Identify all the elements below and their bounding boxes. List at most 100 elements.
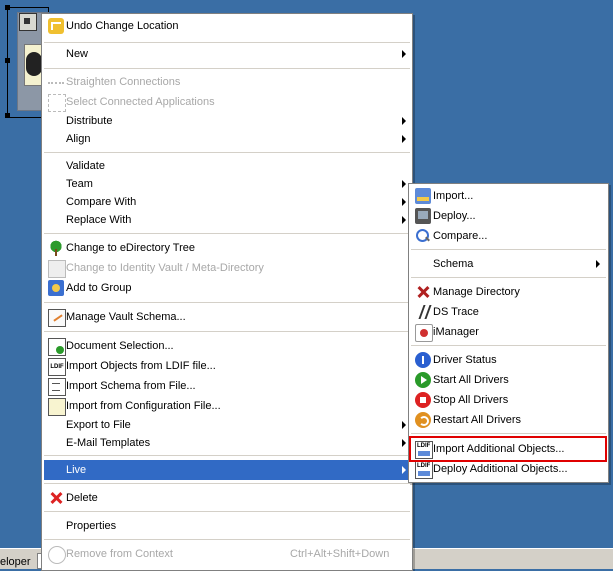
remove-icon <box>48 546 66 564</box>
menu-item-change-to-edirectory-tree[interactable]: Change to eDirectory Tree <box>44 238 410 258</box>
menu-item-label: Deploy Additional Objects... <box>433 463 568 475</box>
submenu-arrow-icon <box>402 50 406 58</box>
submenu-item-stop-all-drivers[interactable]: Stop All Drivers <box>411 390 606 410</box>
menu-item-team[interactable]: Team <box>44 174 410 194</box>
menu-item-label: Change to Identity Vault / Meta-Director… <box>66 262 264 274</box>
menu-item-label: Compare... <box>433 230 488 242</box>
menu-item-delete[interactable]: Delete <box>44 488 410 508</box>
tree-icon <box>48 240 64 256</box>
menu-item-new[interactable]: New <box>44 44 410 64</box>
menu-item-change-to-identity-vault[interactable]: Change to Identity Vault / Meta-Director… <box>44 258 410 278</box>
submenu-item-driver-status[interactable]: Driver Status <box>411 350 606 370</box>
menu-item-label: Start All Drivers <box>433 374 509 386</box>
submenu-item-imanager[interactable]: iManager <box>411 322 606 342</box>
menu-item-label: Align <box>66 133 91 145</box>
menu-item-label: Export to File <box>66 419 131 431</box>
menu-item-straighten-connections[interactable]: Straighten Connections <box>44 72 410 92</box>
resize-handle-bl[interactable] <box>5 113 10 118</box>
stop-icon <box>415 392 431 408</box>
resize-handle-tl[interactable] <box>5 5 10 10</box>
menu-item-label: Document Selection... <box>66 340 174 352</box>
menu-item-label: Live <box>66 464 87 476</box>
menu-item-email-templates[interactable]: E-Mail Templates <box>44 433 410 453</box>
straighten-icon <box>48 82 64 86</box>
menu-item-manage-vault-schema[interactable]: Manage Vault Schema... <box>44 307 410 327</box>
import-icon <box>415 188 431 204</box>
menu-item-remove-from-context[interactable]: Remove from Context Ctrl+Alt+Shift+Down <box>44 544 410 564</box>
menu-item-export-to-file[interactable]: Export to File <box>44 415 410 435</box>
menu-item-label: Change to eDirectory Tree <box>66 242 196 254</box>
submenu-arrow-icon <box>402 216 406 224</box>
menu-item-compare-with[interactable]: Compare With <box>44 192 410 212</box>
menu-separator <box>411 277 606 278</box>
group-icon <box>48 280 64 296</box>
submenu-item-import[interactable]: Import... <box>411 186 606 206</box>
menu-separator <box>44 42 410 43</box>
submenu-arrow-icon <box>402 135 406 143</box>
menu-item-label: Import... <box>433 190 474 202</box>
submenu-arrow-icon <box>402 439 406 447</box>
node-header-icon <box>19 13 37 31</box>
restart-icon <box>415 412 431 428</box>
submenu-item-compare[interactable]: Compare... <box>411 226 606 246</box>
menu-separator <box>44 152 410 153</box>
menu-item-import-from-configuration-file[interactable]: Import from Configuration File... <box>44 396 410 416</box>
config-file-icon <box>48 398 66 416</box>
menu-item-label: Import from Configuration File... <box>66 400 221 412</box>
menu-item-replace-with[interactable]: Replace With <box>44 210 410 230</box>
submenu-arrow-icon <box>402 180 406 188</box>
menu-separator <box>44 483 410 484</box>
driver-status-icon <box>415 352 431 368</box>
submenu-item-manage-directory[interactable]: Manage Directory <box>411 282 606 302</box>
submenu-item-schema[interactable]: Schema <box>411 254 606 274</box>
highlight-annotation-box <box>409 436 607 462</box>
submenu-arrow-icon <box>402 421 406 429</box>
menu-separator <box>411 433 606 434</box>
menu-item-label: Driver Status <box>433 354 497 366</box>
context-menu: Undo Change Location New Straighten Conn… <box>41 13 413 571</box>
submenu-arrow-icon <box>596 260 600 268</box>
deploy-additional-icon <box>415 461 433 479</box>
menu-item-select-connected-applications[interactable]: Select Connected Applications <box>44 92 410 112</box>
vault-icon <box>48 260 66 278</box>
compare-icon <box>415 228 431 244</box>
menu-separator <box>44 68 410 69</box>
menu-item-align[interactable]: Align <box>44 129 410 149</box>
menu-item-document-selection[interactable]: Document Selection... <box>44 336 410 356</box>
submenu-item-restart-all-drivers[interactable]: Restart All Drivers <box>411 410 606 430</box>
menu-item-distribute[interactable]: Distribute <box>44 111 410 131</box>
menu-item-label: E-Mail Templates <box>66 437 151 449</box>
resize-handle-ml[interactable] <box>5 58 10 63</box>
submenu-item-deploy-additional-objects[interactable]: Deploy Additional Objects... <box>411 459 606 479</box>
menu-item-add-to-group[interactable]: Add to Group <box>44 278 410 298</box>
submenu-arrow-icon <box>402 466 406 474</box>
submenu-item-ds-trace[interactable]: DS Trace <box>411 302 606 322</box>
select-icon <box>48 94 66 112</box>
submenu-item-deploy[interactable]: Deploy... <box>411 206 606 226</box>
submenu-item-start-all-drivers[interactable]: Start All Drivers <box>411 370 606 390</box>
ldif-icon <box>48 358 66 376</box>
undo-icon <box>48 18 64 34</box>
menu-item-label: Distribute <box>66 115 113 127</box>
deploy-icon <box>415 208 431 224</box>
file-icon <box>48 378 66 396</box>
menu-item-label: Manage Vault Schema... <box>66 311 186 323</box>
imanager-icon <box>415 324 433 342</box>
menu-item-import-objects-from-ldif[interactable]: Import Objects from LDIF file... <box>44 356 410 376</box>
menu-item-label: Compare With <box>66 196 137 208</box>
menu-item-label: Manage Directory <box>433 286 520 298</box>
menu-item-validate[interactable]: Validate <box>44 156 410 176</box>
menu-separator <box>44 455 410 456</box>
menu-item-shortcut: Ctrl+Alt+Shift+Down <box>290 548 390 560</box>
menu-item-label: iManager <box>433 326 479 338</box>
menu-item-live[interactable]: Live <box>44 460 410 480</box>
menu-separator <box>44 511 410 512</box>
menu-item-properties[interactable]: Properties <box>44 516 410 536</box>
menu-item-label: Straighten Connections <box>66 76 181 88</box>
menu-item-import-schema-from-file[interactable]: Import Schema from File... <box>44 376 410 396</box>
menu-item-undo-change-location[interactable]: Undo Change Location <box>44 16 410 36</box>
menu-separator <box>44 331 410 332</box>
menu-item-label: Deploy... <box>433 210 476 222</box>
delete-icon <box>48 490 64 506</box>
menu-item-label: Schema <box>433 258 474 270</box>
